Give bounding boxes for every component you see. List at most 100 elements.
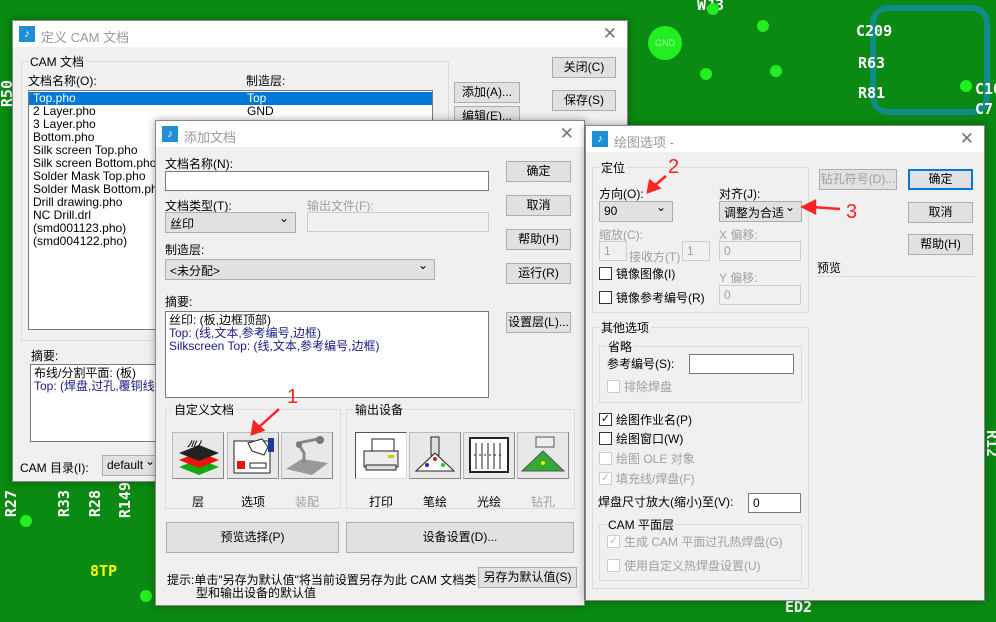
options-icon — [233, 438, 274, 474]
group-label: 省略 — [606, 338, 635, 355]
group-label: CAM 文档 — [28, 53, 87, 70]
ref-input[interactable] — [689, 354, 794, 374]
document-name: NC Drill.drl — [33, 208, 91, 222]
checkbox-label: 绘图作业名(P) — [616, 413, 692, 427]
checkbox-label: 生成 CAM 平面过孔热焊盘(G) — [624, 535, 783, 549]
document-layer: GND — [247, 104, 274, 118]
scale-input[interactable] — [599, 241, 627, 261]
close-icon[interactable]: ✕ — [560, 124, 574, 144]
align-select[interactable]: 调整为合适 — [719, 200, 802, 222]
options-label: 选项 — [240, 495, 265, 509]
x-offset-input[interactable] — [719, 241, 801, 261]
checkbox-box — [599, 452, 612, 465]
save-default-button[interactable]: 另存为默认值(S) — [478, 567, 577, 588]
drill-symbols-button[interactable]: 钻孔符号(D)... — [819, 169, 897, 190]
photo-plotter-button[interactable] — [463, 432, 515, 479]
layers-button[interactable]: ﾉ//ﾉ — [172, 432, 224, 479]
add-document-window: ♪添加文档✕ 文档名称(N): 文档类型(T): 丝印 输出文件(F): 制造层… — [155, 120, 585, 606]
layers-label: 层 — [191, 495, 204, 509]
options-button[interactable] — [227, 432, 279, 479]
doc-name-input[interactable] — [165, 171, 489, 191]
via — [700, 68, 712, 80]
summary-line: Silkscreen Top: (线,文本,参考编号,边框) — [169, 339, 380, 353]
group-label: 其他选项 — [599, 319, 652, 336]
photo-plotter-label: 光绘 — [476, 495, 501, 509]
checkbox-box: ✓ — [607, 535, 620, 548]
fill-checkbox[interactable]: ✓ 填充线/焊盘(F) — [599, 472, 695, 486]
checkbox-box — [599, 267, 612, 280]
title-bar: ♪ 绘图选项 - ✕ — [586, 126, 984, 152]
hint-text: 型和输出设备的默认值 — [196, 586, 317, 600]
ok-button[interactable]: 确定 — [506, 161, 571, 182]
col-name-label: 文档名称(O): — [28, 74, 97, 88]
custom-thermal-checkbox[interactable]: 使用自定义热焊盘设置(U) — [607, 559, 761, 573]
run-button[interactable]: 运行(R) — [506, 263, 571, 284]
checkbox-box: ✓ — [599, 413, 612, 426]
close-icon[interactable]: ✕ — [603, 24, 617, 44]
mirror-checkbox[interactable]: 镜像图像(I) — [599, 267, 675, 281]
y-offset-input[interactable] — [719, 285, 801, 305]
add-button[interactable]: 添加(A)... — [454, 82, 520, 103]
printer-label: 打印 — [368, 495, 393, 509]
via — [770, 65, 782, 77]
printer-button[interactable] — [355, 432, 407, 479]
pcb-label: R27 — [2, 490, 20, 518]
app-icon: ♪ — [592, 131, 608, 147]
plot-job-name-checkbox[interactable]: ✓ 绘图作业名(P) — [599, 413, 692, 427]
summary-box[interactable]: 布线/分割平面: (板) Top: (焊盘,过孔,覆铜线, — [30, 364, 170, 442]
plot-ole-checkbox[interactable]: 绘图 OLE 对象 — [599, 452, 695, 466]
checkbox-box: ✓ — [599, 472, 612, 485]
cancel-button[interactable]: 取消 — [908, 202, 973, 223]
via — [757, 20, 769, 32]
pen-plotter-button[interactable] — [409, 432, 461, 479]
exclude-pads-checkbox[interactable]: 排除焊盘 — [607, 380, 672, 394]
device-setup-button[interactable]: 设备设置(D)... — [346, 522, 574, 553]
mirror-ref-checkbox[interactable]: 镜像参考编号(R) — [599, 291, 705, 305]
checkbox-box — [607, 380, 620, 393]
close-button[interactable]: 关闭(C) — [552, 57, 616, 78]
cam-dir-select[interactable]: default — [102, 454, 162, 476]
doc-type-select[interactable]: 丝印 — [165, 211, 296, 233]
doc-name-label: 文档名称(N): — [165, 157, 233, 171]
document-name: Silk screen Bottom.pho — [33, 156, 157, 170]
plot-window-checkbox[interactable]: 绘图窗口(W) — [599, 432, 683, 446]
receiver-input[interactable] — [682, 241, 710, 261]
close-icon[interactable]: ✕ — [960, 129, 974, 149]
pcb-label: R63 — [858, 54, 886, 72]
align-label: 对齐(J): — [719, 187, 761, 201]
pen-plotter-label: 笔绘 — [422, 495, 447, 509]
group-label: 定位 — [599, 159, 628, 176]
pad-size-input[interactable] — [748, 493, 801, 513]
layer-select[interactable]: <未分配> — [165, 258, 435, 280]
pcb-label: C7 — [975, 100, 994, 118]
gnd-pad: GND — [648, 26, 682, 60]
summary-box[interactable]: 丝印: (板,边框顶部) Top: (线,文本,参考编号,边框) Silkscr… — [165, 311, 489, 398]
cam-dir-label: CAM 目录(I): — [20, 461, 89, 475]
window-title: 添加文档 — [184, 130, 237, 145]
cancel-button[interactable]: 取消 — [506, 195, 571, 216]
printer-icon — [363, 438, 399, 471]
checkbox-label: 镜像参考编号(R) — [616, 291, 705, 305]
via — [707, 3, 719, 15]
gen-thermal-checkbox[interactable]: ✓ 生成 CAM 平面过孔热焊盘(G) — [607, 535, 783, 549]
document-name: Drill drawing.pho — [33, 195, 123, 209]
pcb-label: C10 — [975, 80, 996, 98]
set-layers-button[interactable]: 设置层(L)... — [506, 312, 571, 333]
checkbox-box — [607, 559, 620, 572]
preview-select-button[interactable]: 预览选择(P) — [166, 522, 339, 553]
annotation-number: 3 — [846, 201, 858, 223]
app-icon: ♪ — [19, 26, 35, 42]
col-layer-label: 制造层: — [246, 74, 286, 88]
document-name: Silk screen Top.pho — [33, 143, 138, 157]
group-label: CAM 平面层 — [606, 516, 677, 533]
ok-button[interactable]: 确定 — [908, 169, 973, 190]
pcb-label: R33 — [55, 490, 73, 518]
checkbox-label: 绘图 OLE 对象 — [616, 452, 695, 466]
output-file-input[interactable] — [307, 212, 489, 232]
drill-icon — [520, 436, 566, 472]
help-button[interactable]: 帮助(H) — [908, 234, 973, 255]
orientation-select[interactable]: 90 — [599, 200, 673, 222]
help-button[interactable]: 帮助(H) — [506, 229, 571, 250]
save-button[interactable]: 保存(S) — [552, 90, 616, 111]
checkbox-label: 使用自定义热焊盘设置(U) — [624, 559, 761, 573]
